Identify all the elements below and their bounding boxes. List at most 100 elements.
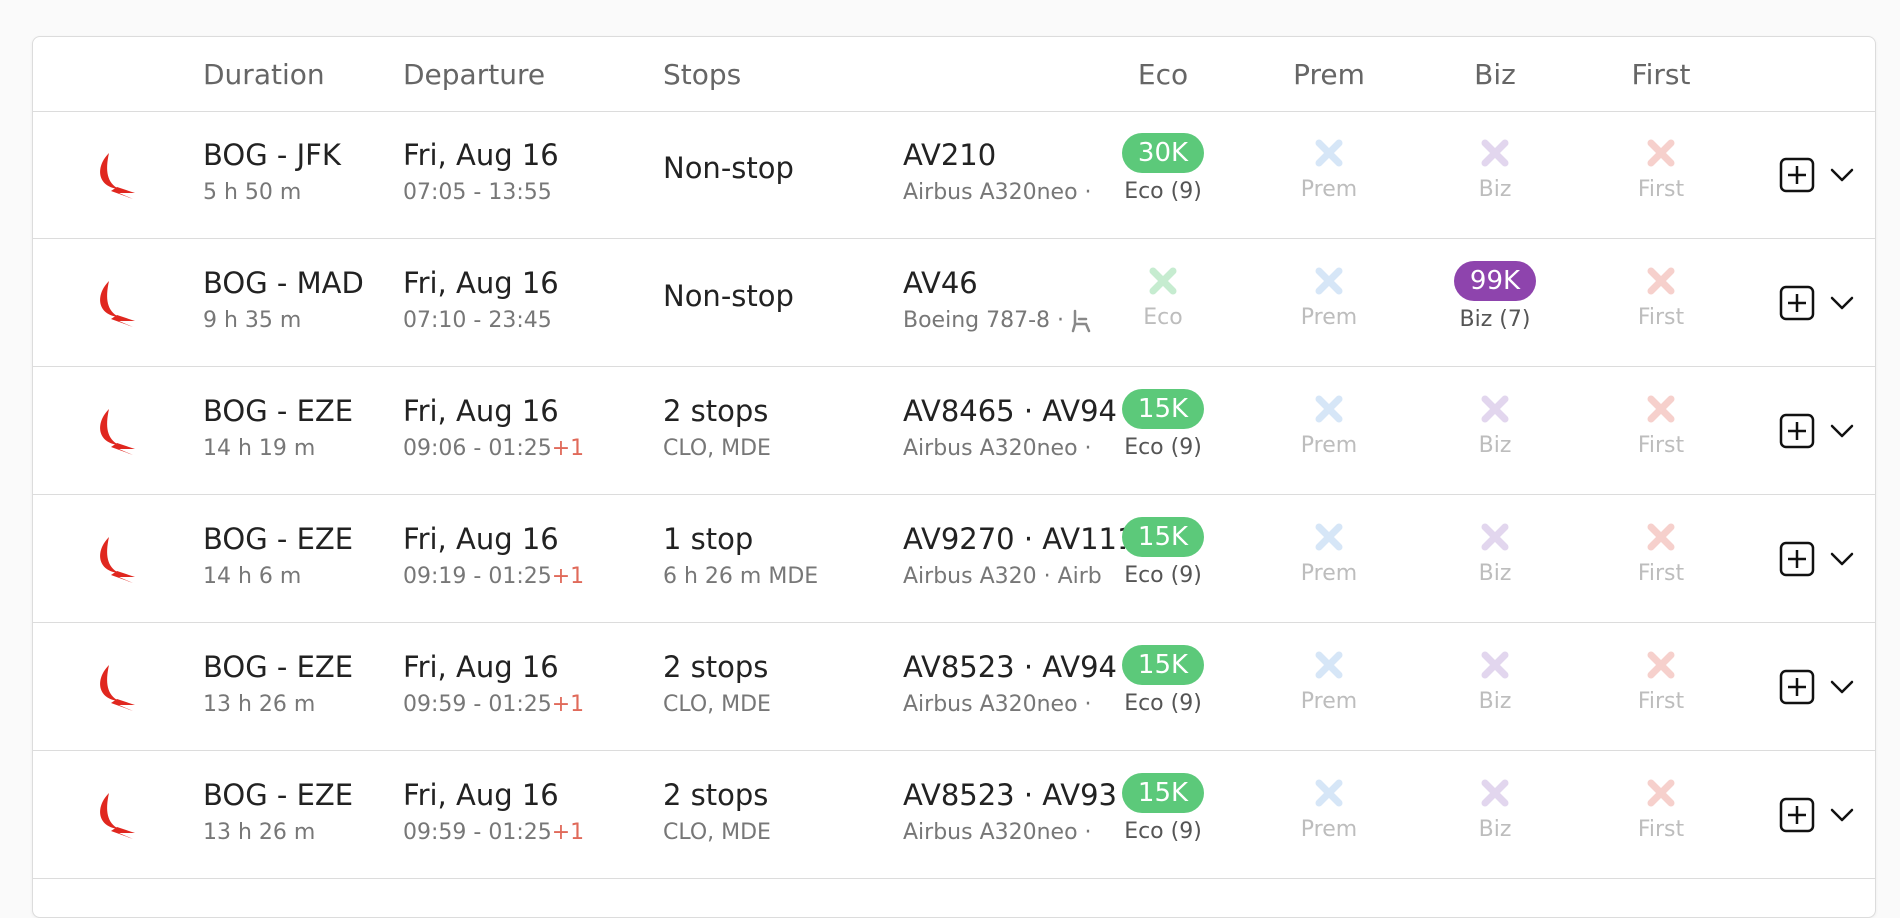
cabin-prem-cell: Prem [1249,517,1409,607]
table-row[interactable]: BOG - EZE 13 h 26 m Fri, Aug 16 09:59 - 01:… [33,623,1875,751]
cabin-label: First [1637,433,1685,458]
cabin-availability: Eco (9) [1124,563,1202,588]
duration: 13 h 26 m [203,820,316,845]
add-flight-button[interactable] [1779,157,1815,193]
header-duration[interactable]: Duration [203,58,325,91]
add-flight-button[interactable] [1779,413,1815,449]
cabin-eco-cell[interactable]: 15K Eco (9) [1083,773,1243,863]
unavailable-x-icon [1647,267,1675,295]
cabin-availability: Biz (7) [1459,307,1531,332]
header-biz[interactable]: Biz [1415,58,1575,91]
expand-chevron-icon[interactable] [1829,419,1855,443]
table-row[interactable]: BOG - EZE 14 h 19 m Fri, Aug 16 09:06 - 01:… [33,367,1875,495]
cabin-biz-cell: Biz [1415,773,1575,863]
stops-count: 2 stops [663,394,769,428]
cabin-label: Prem [1300,817,1358,842]
award-price-badge[interactable]: 15K [1121,773,1205,813]
cabin-label: Biz [1478,561,1512,586]
unavailable-x-icon [1315,395,1343,423]
cabin-label: Prem [1300,433,1358,458]
cabin-eco-cell[interactable]: 15K Eco (9) [1083,517,1243,607]
departure-times: 09:19 - 01:25+1 [403,564,584,589]
add-flight-button[interactable] [1779,285,1815,321]
stops-count: Non-stop [663,279,794,313]
route: BOG - EZE [203,522,354,556]
award-price-badge[interactable]: 99K [1453,261,1537,301]
table-row[interactable]: BOG - EZE 13 h 26 m Fri, Aug 16 09:59 - 01:… [33,751,1875,879]
expand-chevron-icon[interactable] [1829,547,1855,571]
cabin-prem-cell: Prem [1249,389,1409,479]
time-range: 09:06 - 01:25 [403,436,552,461]
cabin-availability: Eco (9) [1124,435,1202,460]
cabin-eco-cell[interactable]: 15K Eco (9) [1083,645,1243,735]
expand-chevron-icon[interactable] [1829,291,1855,315]
route: BOG - EZE [203,394,354,428]
cabin-first-cell: First [1581,645,1741,735]
airline-logo-icon [100,281,135,327]
departure-date: Fri, Aug 16 [403,138,559,172]
stops-detail: CLO, MDE [663,692,771,717]
cabin-label: Biz [1478,177,1512,202]
time-range: 07:10 - 23:45 [403,308,552,333]
table-row[interactable]: BOG - EZE 14 h 6 m Fri, Aug 16 09:19 - 01:2… [33,495,1875,623]
cabin-biz-cell: Biz [1415,645,1575,735]
expand-chevron-icon[interactable] [1829,803,1855,827]
airline-logo-icon [100,665,135,711]
header-prem[interactable]: Prem [1249,58,1409,91]
unavailable-x-icon [1315,267,1343,295]
header-eco[interactable]: Eco [1083,58,1243,91]
unavailable-x-icon [1481,779,1509,807]
stops-count: Non-stop [663,151,794,185]
stops-detail: 6 h 26 m MDE [663,564,819,589]
header-stops[interactable]: Stops [663,58,741,91]
unavailable-x-icon [1315,651,1343,679]
duration: 14 h 19 m [203,436,316,461]
cabin-label: First [1637,561,1685,586]
cabin-first-cell: First [1581,517,1741,607]
next-day-indicator: +1 [551,436,585,461]
add-flight-button[interactable] [1779,797,1815,833]
expand-chevron-icon[interactable] [1829,163,1855,187]
duration: 5 h 50 m [203,180,302,205]
cabin-biz-cell: Biz [1415,389,1575,479]
cabin-label: Prem [1300,177,1358,202]
stops-count: 1 stop [663,522,754,556]
departure-date: Fri, Aug 16 [403,266,559,300]
award-price-badge[interactable]: 30K [1121,133,1205,173]
stops-detail: CLO, MDE [663,820,771,845]
award-price-badge[interactable]: 15K [1121,645,1205,685]
header-first[interactable]: First [1581,58,1741,91]
cabin-eco-cell: Eco [1083,261,1243,351]
unavailable-x-icon [1647,651,1675,679]
cabin-biz-cell[interactable]: 99K Biz (7) [1415,261,1575,351]
cabin-label: First [1637,689,1685,714]
departure-times: 09:59 - 01:25+1 [403,820,584,845]
award-price-badge[interactable]: 15K [1121,517,1205,557]
route: BOG - EZE [203,778,354,812]
cabin-eco-cell[interactable]: 30K Eco (9) [1083,133,1243,223]
unavailable-x-icon [1481,139,1509,167]
cabin-eco-cell[interactable]: 15K Eco (9) [1083,389,1243,479]
add-flight-button[interactable] [1779,669,1815,705]
unavailable-x-icon [1647,779,1675,807]
time-range: 09:59 - 01:25 [403,692,552,717]
departure-times: 07:05 - 13:55 [403,180,552,205]
cabin-biz-cell: Biz [1415,133,1575,223]
expand-chevron-icon[interactable] [1829,675,1855,699]
stops-count: 2 stops [663,650,769,684]
header-departure[interactable]: Departure [403,58,545,91]
cabin-label: Prem [1300,689,1358,714]
add-flight-button[interactable] [1779,541,1815,577]
aircraft-type: Airbus A320neo · [903,820,1092,845]
unavailable-x-icon [1647,395,1675,423]
cabin-biz-cell: Biz [1415,517,1575,607]
table-row[interactable]: BOG - MAD 9 h 35 m Fri, Aug 16 07:10 - 23:4… [33,239,1875,367]
award-price-badge[interactable]: 15K [1121,389,1205,429]
unavailable-x-icon [1149,267,1177,295]
aircraft-type: Airbus A320neo · [903,692,1092,717]
aircraft-type: Airbus A320neo · [903,180,1092,205]
table-row[interactable]: BOG - JFK 5 h 50 m Fri, Aug 16 07:05 - 13:5… [33,111,1875,239]
unavailable-x-icon [1481,651,1509,679]
cabin-label: Biz [1478,817,1512,842]
unavailable-x-icon [1315,779,1343,807]
